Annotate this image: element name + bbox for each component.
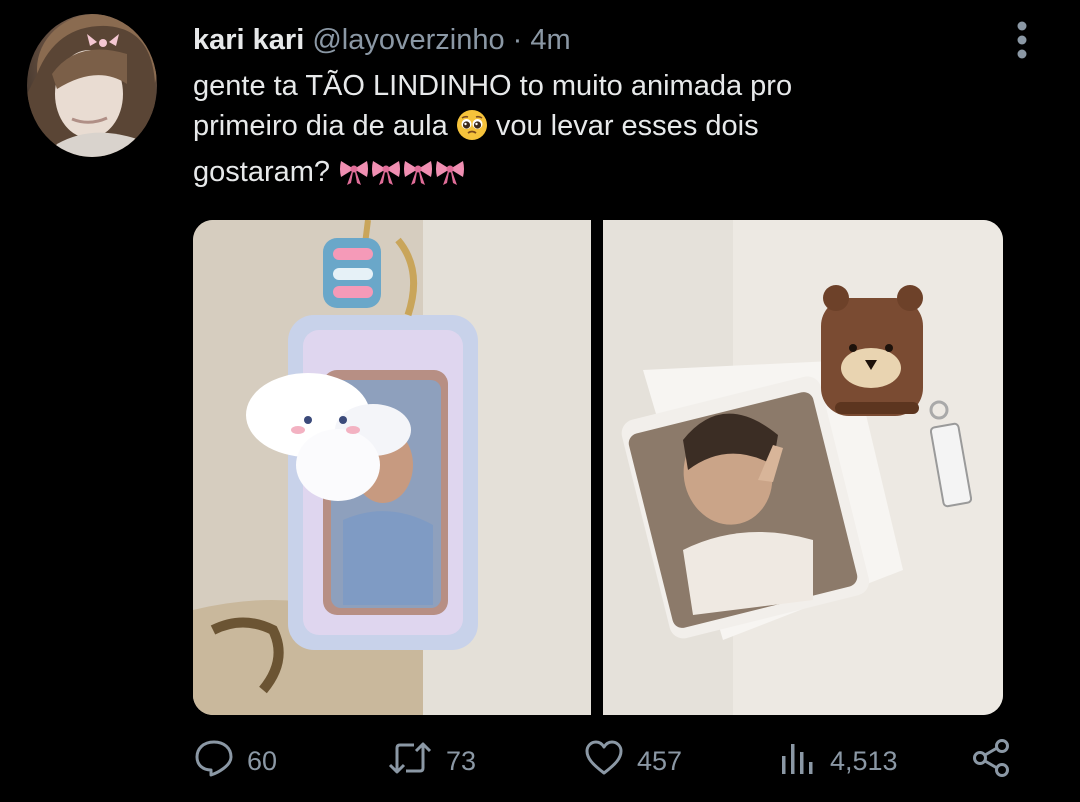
media-photo-2[interactable]	[603, 220, 1003, 715]
tweet-text-segment: vou levar esses dois	[495, 110, 759, 142]
separator-dot: ·	[512, 24, 523, 56]
tweet-text-segment: primeiro dia de aula	[193, 110, 448, 142]
share-icon	[970, 737, 1012, 786]
tweet-header: kari kari @layoverzinho · 4m	[193, 22, 571, 58]
like-button[interactable]: 457	[583, 735, 682, 787]
reply-icon	[193, 738, 235, 785]
ribbon-emoji	[370, 155, 402, 198]
display-name[interactable]: kari kari	[193, 24, 304, 56]
tweet-text-line-1: gente ta TÃO LINDINHO to muito animada p…	[193, 70, 793, 102]
tweet-media	[193, 220, 1003, 715]
avatar-image	[27, 14, 157, 157]
reply-button[interactable]: 60	[193, 735, 277, 787]
retweet-button[interactable]: 73	[386, 735, 476, 787]
media-photo-1[interactable]	[193, 220, 591, 715]
retweet-count: 73	[446, 745, 477, 776]
avatar[interactable]	[27, 14, 157, 157]
ribbon-emoji	[338, 155, 370, 198]
tweet-actions: 60 73 457 4,513	[0, 735, 1080, 790]
tweet-text-line-3: gostaram?	[193, 152, 1013, 198]
photo-card-holder-image	[193, 220, 591, 715]
more-options-button[interactable]	[1008, 20, 1036, 60]
ribbon-emoji	[434, 155, 466, 198]
ribbon-emoji	[402, 155, 434, 198]
user-handle[interactable]: @layoverzinho	[312, 24, 504, 56]
tweet[interactable]: kari kari @layoverzinho · 4m gente ta TÃ…	[0, 0, 1080, 802]
views-button[interactable]: 4,513	[778, 735, 898, 787]
heart-icon	[583, 738, 625, 785]
more-vertical-icon	[1017, 21, 1027, 59]
tweet-text: gente ta TÃO LINDINHO to muito animada p…	[193, 66, 1013, 198]
reply-count: 60	[247, 745, 278, 776]
tweet-text-line-2: primeiro dia de aula vou levar esses doi…	[193, 106, 1013, 152]
views-icon	[778, 738, 818, 785]
like-count: 457	[637, 745, 683, 776]
pleading-face-emoji	[456, 109, 488, 152]
tweet-text-segment: gostaram?	[193, 156, 331, 188]
views-count: 4,513	[830, 745, 898, 776]
retweet-icon	[386, 738, 434, 785]
timestamp[interactable]: 4m	[530, 24, 570, 56]
share-button[interactable]	[970, 735, 1012, 787]
photocard-and-airpods-image	[603, 220, 1003, 715]
